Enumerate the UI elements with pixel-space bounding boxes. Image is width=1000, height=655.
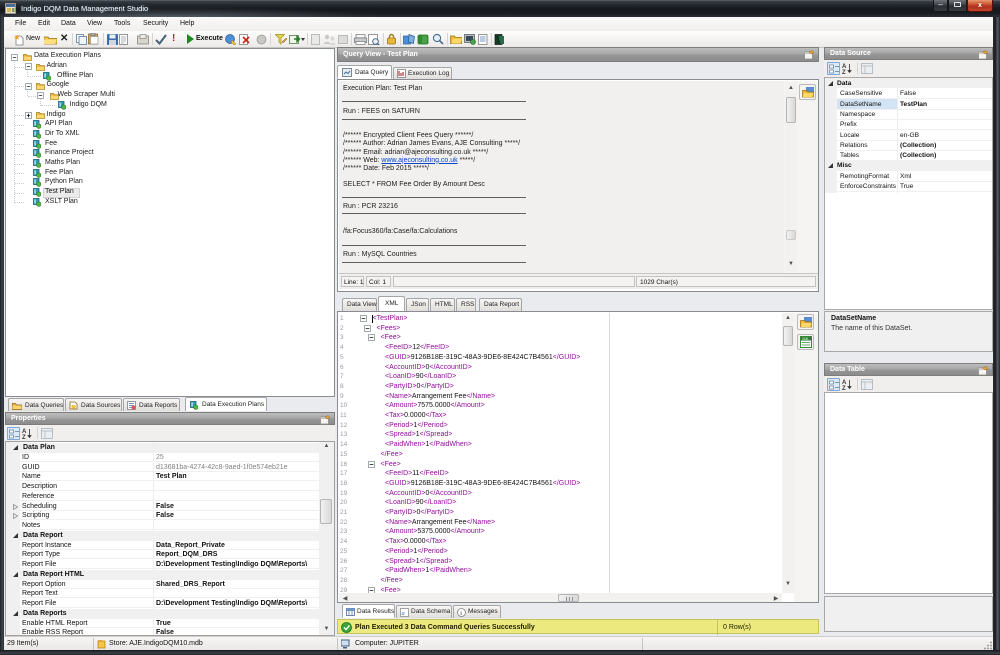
svg-text:XML: XML bbox=[802, 337, 809, 341]
svg-text:Z: Z bbox=[22, 435, 26, 439]
svg-text:Z: Z bbox=[842, 386, 846, 390]
svg-text:a: a bbox=[402, 610, 405, 617]
svg-text:Z: Z bbox=[842, 70, 846, 74]
